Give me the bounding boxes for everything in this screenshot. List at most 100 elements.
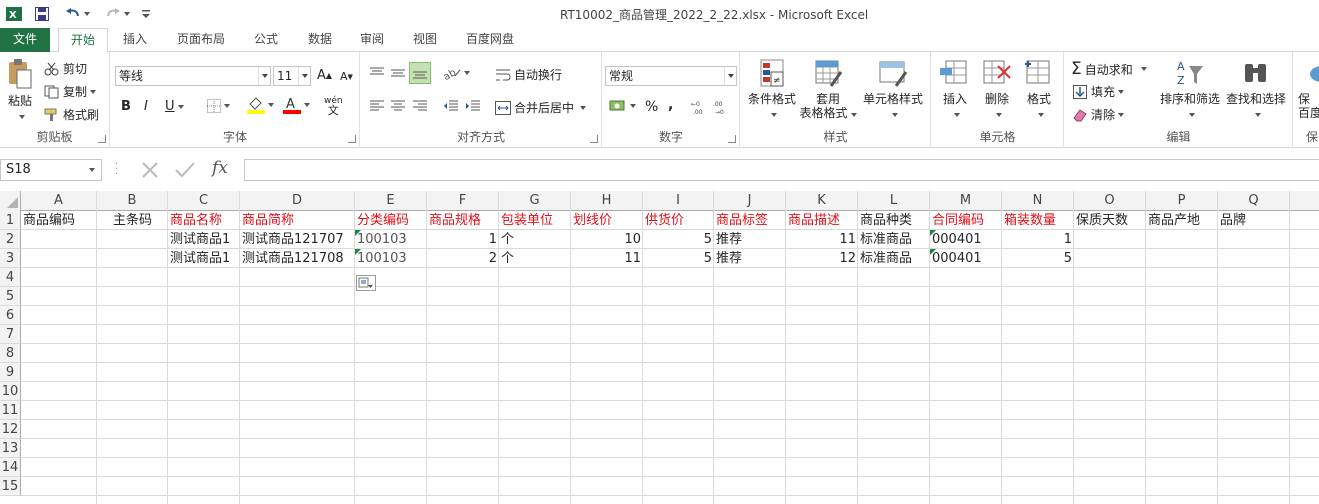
data-cell[interactable]: 测试商品121707 bbox=[240, 230, 355, 249]
tab-insert[interactable]: 插入 bbox=[115, 28, 155, 52]
shrink-font-button[interactable]: A ▼ bbox=[340, 70, 353, 83]
column-header-j[interactable]: J bbox=[714, 191, 786, 211]
header-cell[interactable]: 商品标签 bbox=[714, 211, 786, 230]
orientation-button[interactable]: ab bbox=[442, 66, 470, 83]
row-header-8[interactable]: 8 bbox=[0, 344, 21, 363]
customize-icon[interactable] bbox=[140, 5, 152, 23]
row-header-3[interactable]: 3 bbox=[0, 249, 21, 268]
data-cell[interactable]: 100103 bbox=[355, 249, 427, 268]
row-header-11[interactable]: 11 bbox=[0, 401, 21, 420]
row-header-14[interactable]: 14 bbox=[0, 458, 21, 477]
column-header-q[interactable]: Q bbox=[1218, 191, 1290, 211]
chevron-down-icon[interactable] bbox=[724, 67, 736, 85]
column-header-h[interactable]: H bbox=[571, 191, 643, 211]
tab-view[interactable]: 视图 bbox=[405, 28, 445, 52]
insert-function-icon[interactable]: fx bbox=[212, 158, 228, 178]
row-header-9[interactable]: 9 bbox=[0, 363, 21, 382]
conditional-formatting-button[interactable]: ≠ 条件格式 bbox=[743, 58, 801, 120]
column-header-f[interactable]: F bbox=[427, 191, 499, 211]
font-color-button[interactable]: A bbox=[283, 96, 310, 114]
tab-review[interactable]: 审阅 bbox=[352, 28, 392, 52]
percent-style-button[interactable]: % bbox=[645, 99, 658, 115]
align-center-button[interactable] bbox=[390, 99, 406, 113]
chevron-down-icon[interactable] bbox=[258, 67, 270, 85]
data-cell[interactable]: 100103 bbox=[355, 230, 427, 249]
sort-filter-button[interactable]: AZ 排序和筛选 bbox=[1157, 58, 1223, 120]
column-header-i[interactable]: I bbox=[643, 191, 714, 211]
column-header-o[interactable]: O bbox=[1074, 191, 1146, 211]
data-cell[interactable]: 推荐 bbox=[714, 249, 786, 268]
data-cell[interactable]: 标准商品 bbox=[858, 249, 930, 268]
paste-button[interactable]: 粘贴 bbox=[2, 58, 38, 122]
header-cell[interactable]: 商品产地 bbox=[1146, 211, 1218, 230]
clear-button[interactable]: 清除 bbox=[1073, 106, 1125, 123]
data-cell[interactable]: 1 bbox=[427, 230, 499, 249]
header-cell[interactable]: 供货价 bbox=[643, 211, 714, 230]
cut-button[interactable]: 剪切 bbox=[44, 60, 87, 77]
header-cell[interactable]: 商品规格 bbox=[427, 211, 499, 230]
data-cell[interactable]: 11 bbox=[786, 230, 858, 249]
column-header-k[interactable]: K bbox=[786, 191, 858, 211]
data-cell[interactable]: 000401 bbox=[930, 230, 1002, 249]
column-header-b[interactable]: B bbox=[97, 191, 168, 211]
row-header-13[interactable]: 13 bbox=[0, 439, 21, 458]
tab-baidu-netdisk[interactable]: 百度网盘 bbox=[458, 28, 522, 52]
column-header-l[interactable]: L bbox=[858, 191, 930, 211]
borders-button[interactable] bbox=[207, 99, 230, 113]
insert-cells-button[interactable]: 插入 bbox=[936, 58, 974, 120]
error-indicator-icon[interactable] bbox=[355, 249, 361, 255]
column-header-m[interactable]: M bbox=[930, 191, 1002, 211]
column-header-a[interactable]: A bbox=[21, 191, 97, 211]
select-all-corner[interactable] bbox=[0, 191, 21, 211]
data-cell[interactable]: 1 bbox=[1002, 230, 1074, 249]
header-cell[interactable]: 划线价 bbox=[571, 211, 643, 230]
column-header-p[interactable]: P bbox=[1146, 191, 1218, 211]
header-cell[interactable]: 品牌 bbox=[1218, 211, 1290, 230]
format-as-table-button[interactable]: 套用 表格格式 bbox=[797, 58, 859, 120]
error-indicator-icon[interactable] bbox=[355, 230, 361, 236]
save-icon[interactable] bbox=[34, 5, 50, 23]
align-right-button[interactable] bbox=[412, 99, 428, 113]
confirm-entry-icon[interactable] bbox=[174, 160, 196, 180]
fill-color-button[interactable] bbox=[247, 96, 274, 114]
header-cell[interactable]: 箱装数量 bbox=[1002, 211, 1074, 230]
data-cell[interactable]: 标准商品 bbox=[858, 230, 930, 249]
error-indicator-icon[interactable] bbox=[930, 249, 936, 255]
format-painter-button[interactable]: 格式刷 bbox=[44, 106, 99, 123]
number-format-combo[interactable]: 常规 bbox=[605, 66, 737, 86]
column-header-d[interactable]: D bbox=[240, 191, 355, 211]
row-header-7[interactable]: 7 bbox=[0, 325, 21, 344]
tab-home[interactable]: 开始 bbox=[58, 28, 108, 53]
data-cell[interactable]: 测试商品1 bbox=[168, 249, 240, 268]
tab-page-layout[interactable]: 页面布局 bbox=[170, 28, 232, 52]
row-header-2[interactable]: 2 bbox=[0, 230, 21, 249]
data-cell[interactable]: 12 bbox=[786, 249, 858, 268]
data-cell[interactable]: 11 bbox=[571, 249, 643, 268]
undo-icon[interactable] bbox=[62, 5, 92, 23]
comma-style-button[interactable]: , bbox=[668, 97, 673, 113]
header-cell[interactable]: 主条码 bbox=[97, 211, 168, 230]
error-indicator-icon[interactable] bbox=[930, 230, 936, 236]
underline-button[interactable]: U bbox=[165, 99, 184, 114]
font-size-combo[interactable]: 11 bbox=[273, 66, 311, 86]
font-launcher-icon[interactable] bbox=[348, 135, 356, 143]
fill-button[interactable]: 填充 bbox=[1073, 83, 1125, 100]
row-header-4[interactable]: 4 bbox=[0, 268, 21, 287]
data-cell[interactable]: 5 bbox=[1002, 249, 1074, 268]
phonetic-button[interactable]: wén 文 bbox=[324, 96, 343, 116]
accounting-format-button[interactable] bbox=[609, 98, 636, 114]
data-cell[interactable]: 推荐 bbox=[714, 230, 786, 249]
number-launcher-icon[interactable] bbox=[728, 135, 736, 143]
data-cell[interactable]: 测试商品121708 bbox=[240, 249, 355, 268]
data-cell[interactable]: 5 bbox=[643, 249, 714, 268]
header-cell[interactable]: 分类编码 bbox=[355, 211, 427, 230]
header-cell[interactable]: 保质天数 bbox=[1074, 211, 1146, 230]
autosum-button[interactable]: Σ 自动求和 bbox=[1071, 59, 1147, 79]
row-header-10[interactable]: 10 bbox=[0, 382, 21, 401]
merge-center-button[interactable]: 合并后居中 bbox=[495, 99, 587, 116]
grow-font-button[interactable]: A ▲ bbox=[317, 68, 332, 83]
find-select-button[interactable]: 查找和选择 bbox=[1223, 58, 1289, 120]
delete-cells-button[interactable]: 删除 bbox=[978, 58, 1016, 120]
increase-decimal-button[interactable]: ←0.00 bbox=[691, 99, 711, 116]
header-cell[interactable]: 商品描述 bbox=[786, 211, 858, 230]
